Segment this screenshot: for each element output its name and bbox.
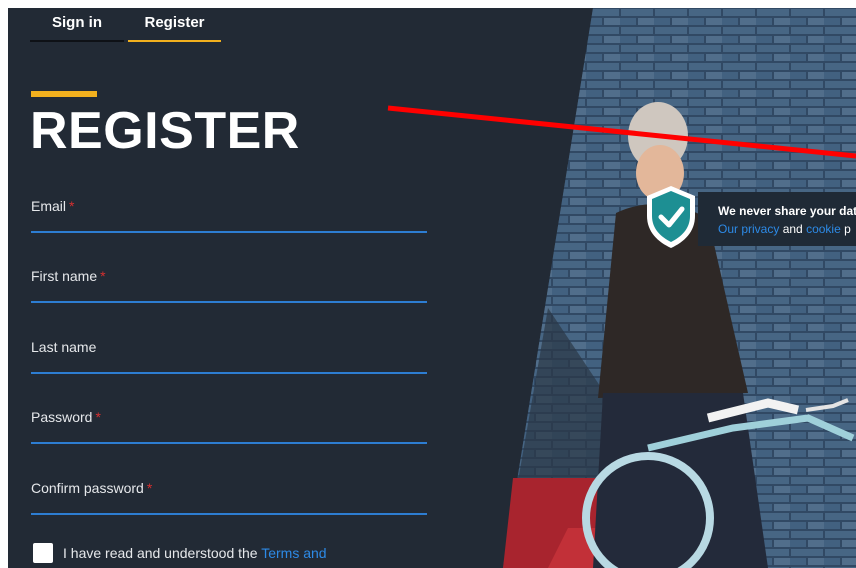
terms-checkbox[interactable]	[33, 543, 53, 563]
privacy-headline: We never share your dat	[718, 204, 856, 218]
first-name-field: First name *	[31, 268, 427, 304]
terms-label: I have read and understood the Terms and	[63, 545, 327, 561]
register-panel: Sign in Register REGISTER Email * First n…	[8, 8, 856, 568]
password-input[interactable]	[31, 409, 427, 444]
last-name-field: Last name	[31, 339, 427, 375]
terms-link[interactable]: Terms and	[261, 545, 326, 561]
tab-sign-in[interactable]: Sign in	[30, 8, 124, 42]
first-name-input[interactable]	[31, 268, 427, 303]
heading-accent-bar	[31, 91, 97, 97]
last-name-input[interactable]	[31, 339, 427, 374]
cookie-policy-link[interactable]: cookie	[806, 222, 841, 236]
email-field: Email *	[31, 198, 427, 234]
privacy-policy-link[interactable]: Our privacy	[718, 222, 779, 236]
tab-register[interactable]: Register	[128, 8, 221, 42]
password-field: Password *	[31, 409, 427, 445]
shield-check-icon	[644, 184, 698, 250]
email-input[interactable]	[31, 198, 427, 233]
confirm-password-input[interactable]	[31, 480, 427, 515]
privacy-links: Our privacy and cookie p	[718, 222, 851, 236]
page-title: REGISTER	[30, 102, 300, 160]
confirm-password-field: Confirm password *	[31, 480, 427, 516]
privacy-notice: We never share your dat Our privacy and …	[698, 192, 856, 246]
